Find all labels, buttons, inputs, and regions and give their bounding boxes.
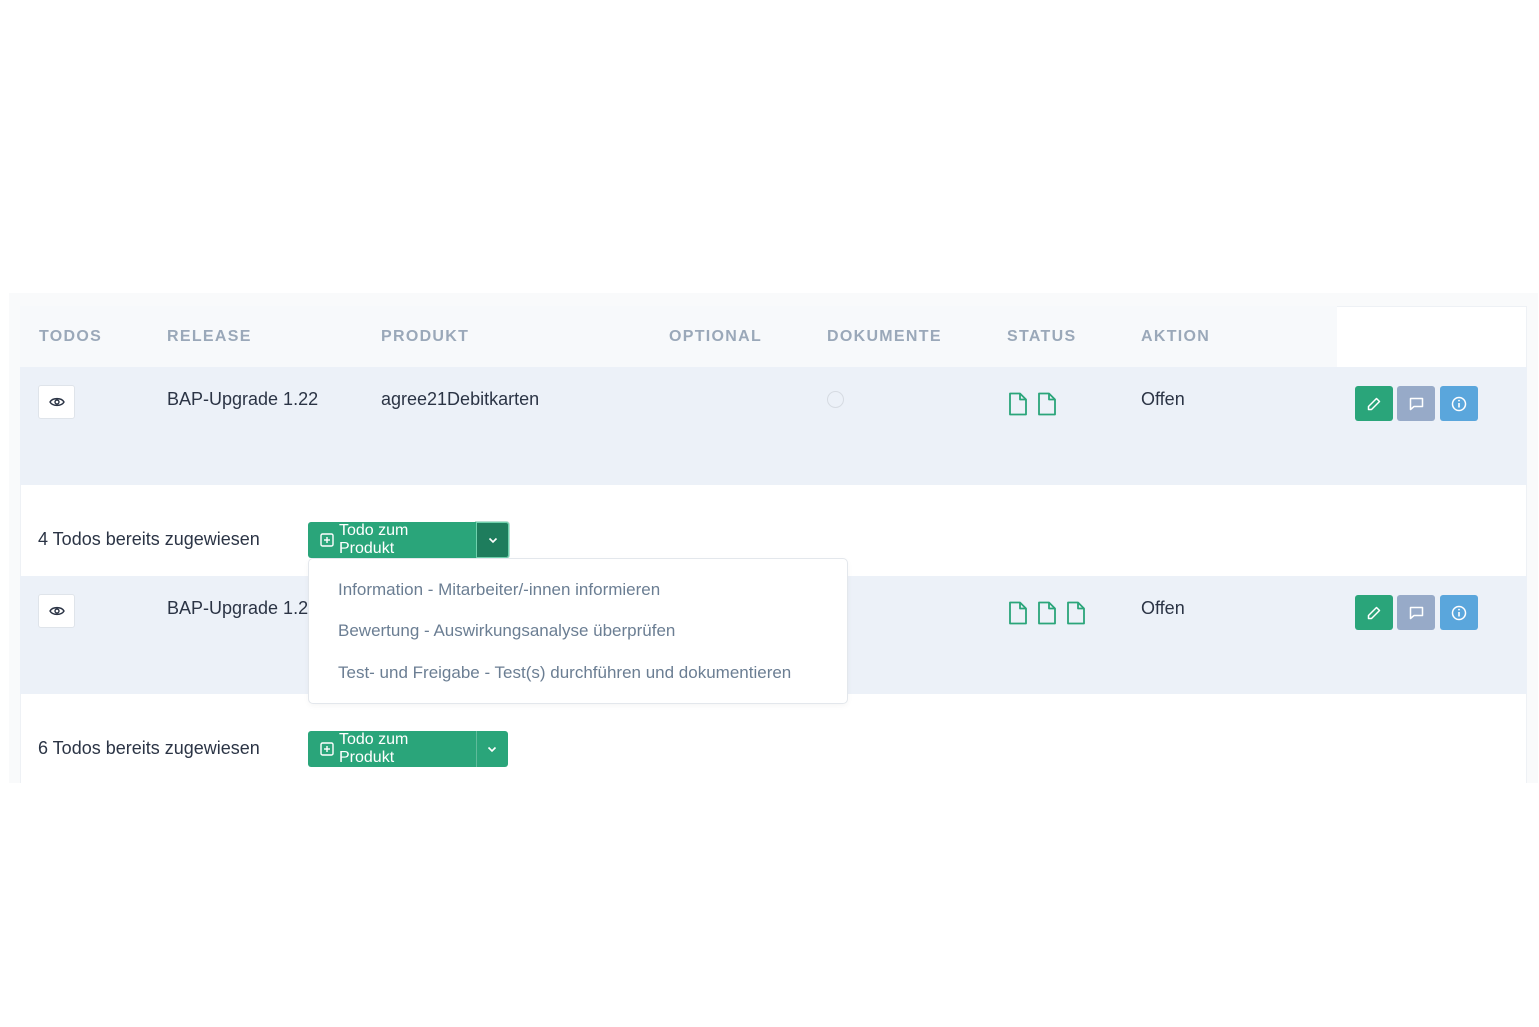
- status-cell: Offen: [1141, 598, 1185, 618]
- comment-button[interactable]: [1397, 595, 1435, 630]
- product-cell: agree21Debitkarten: [381, 389, 540, 409]
- edit-button[interactable]: [1355, 595, 1393, 630]
- eye-icon: [48, 606, 65, 616]
- plus-square-icon: [320, 533, 334, 547]
- assigned-todos-text: 6 Todos bereits zugewiesen: [38, 738, 260, 758]
- todo-dropdown-toggle[interactable]: [476, 522, 509, 558]
- todo-zum-produkt-button[interactable]: Todo zum Produkt: [308, 522, 476, 558]
- info-icon: [1451, 396, 1467, 411]
- info-icon: [1451, 605, 1467, 620]
- header-dokumente: DOKUMENTE: [827, 328, 942, 345]
- dropdown-item-bewertung[interactable]: Bewertung - Auswirkungsanalyse überprüfe…: [338, 621, 675, 641]
- todo-dropdown-toggle[interactable]: [475, 731, 508, 767]
- table-row: [20, 367, 1527, 485]
- comment-icon: [1409, 606, 1423, 619]
- plus-square-icon: [320, 742, 334, 756]
- todo-dropdown-menu: Information - Mitarbeiter/-innen informi…: [308, 558, 848, 704]
- todo-zum-produkt-split-button: Todo zum Produkt: [308, 731, 508, 767]
- dropdown-item-information[interactable]: Information - Mitarbeiter/-innen informi…: [338, 580, 660, 600]
- info-button[interactable]: [1440, 595, 1478, 630]
- release-cell: BAP-Upgrade 1.22: [167, 389, 319, 409]
- edit-button[interactable]: [1355, 386, 1393, 421]
- pencil-icon: [1367, 606, 1381, 619]
- header-todos: TODOS: [39, 328, 103, 345]
- eye-icon: [48, 397, 65, 407]
- todo-button-label: Todo zum Produkt: [339, 522, 409, 557]
- dropdown-item-test-freigabe[interactable]: Test- und Freigabe - Test(s) durchführen…: [338, 663, 791, 683]
- file-icon[interactable]: [1008, 601, 1028, 625]
- pencil-icon: [1367, 397, 1381, 410]
- view-todos-button[interactable]: [38, 594, 75, 628]
- comment-icon: [1409, 397, 1423, 410]
- file-icon[interactable]: [1008, 392, 1028, 416]
- header-optional: OPTIONAL: [669, 328, 763, 345]
- view-todos-button[interactable]: [38, 385, 75, 419]
- todo-zum-produkt-split-button: Todo zum Produkt: [308, 522, 509, 558]
- comment-button[interactable]: [1397, 386, 1435, 421]
- file-icon[interactable]: [1066, 601, 1086, 625]
- header-aktion: AKTION: [1141, 328, 1211, 345]
- chevron-down-icon: [488, 746, 497, 752]
- todo-button-label: Todo zum Produkt: [339, 731, 409, 766]
- header-release: RELEASE: [167, 328, 252, 345]
- info-button[interactable]: [1440, 386, 1478, 421]
- file-icon[interactable]: [1037, 601, 1057, 625]
- todo-zum-produkt-button[interactable]: Todo zum Produkt: [308, 731, 476, 767]
- file-icon[interactable]: [1037, 392, 1057, 416]
- chevron-down-icon: [488, 537, 497, 543]
- assigned-todos-text: 4 Todos bereits zugewiesen: [38, 529, 260, 549]
- status-cell: Offen: [1141, 389, 1185, 409]
- optional-radio[interactable]: [827, 391, 844, 408]
- release-cell: BAP-Upgrade 1.2: [167, 598, 309, 618]
- header-status: STATUS: [1007, 328, 1077, 345]
- header-produkt: PRODUKT: [381, 328, 470, 345]
